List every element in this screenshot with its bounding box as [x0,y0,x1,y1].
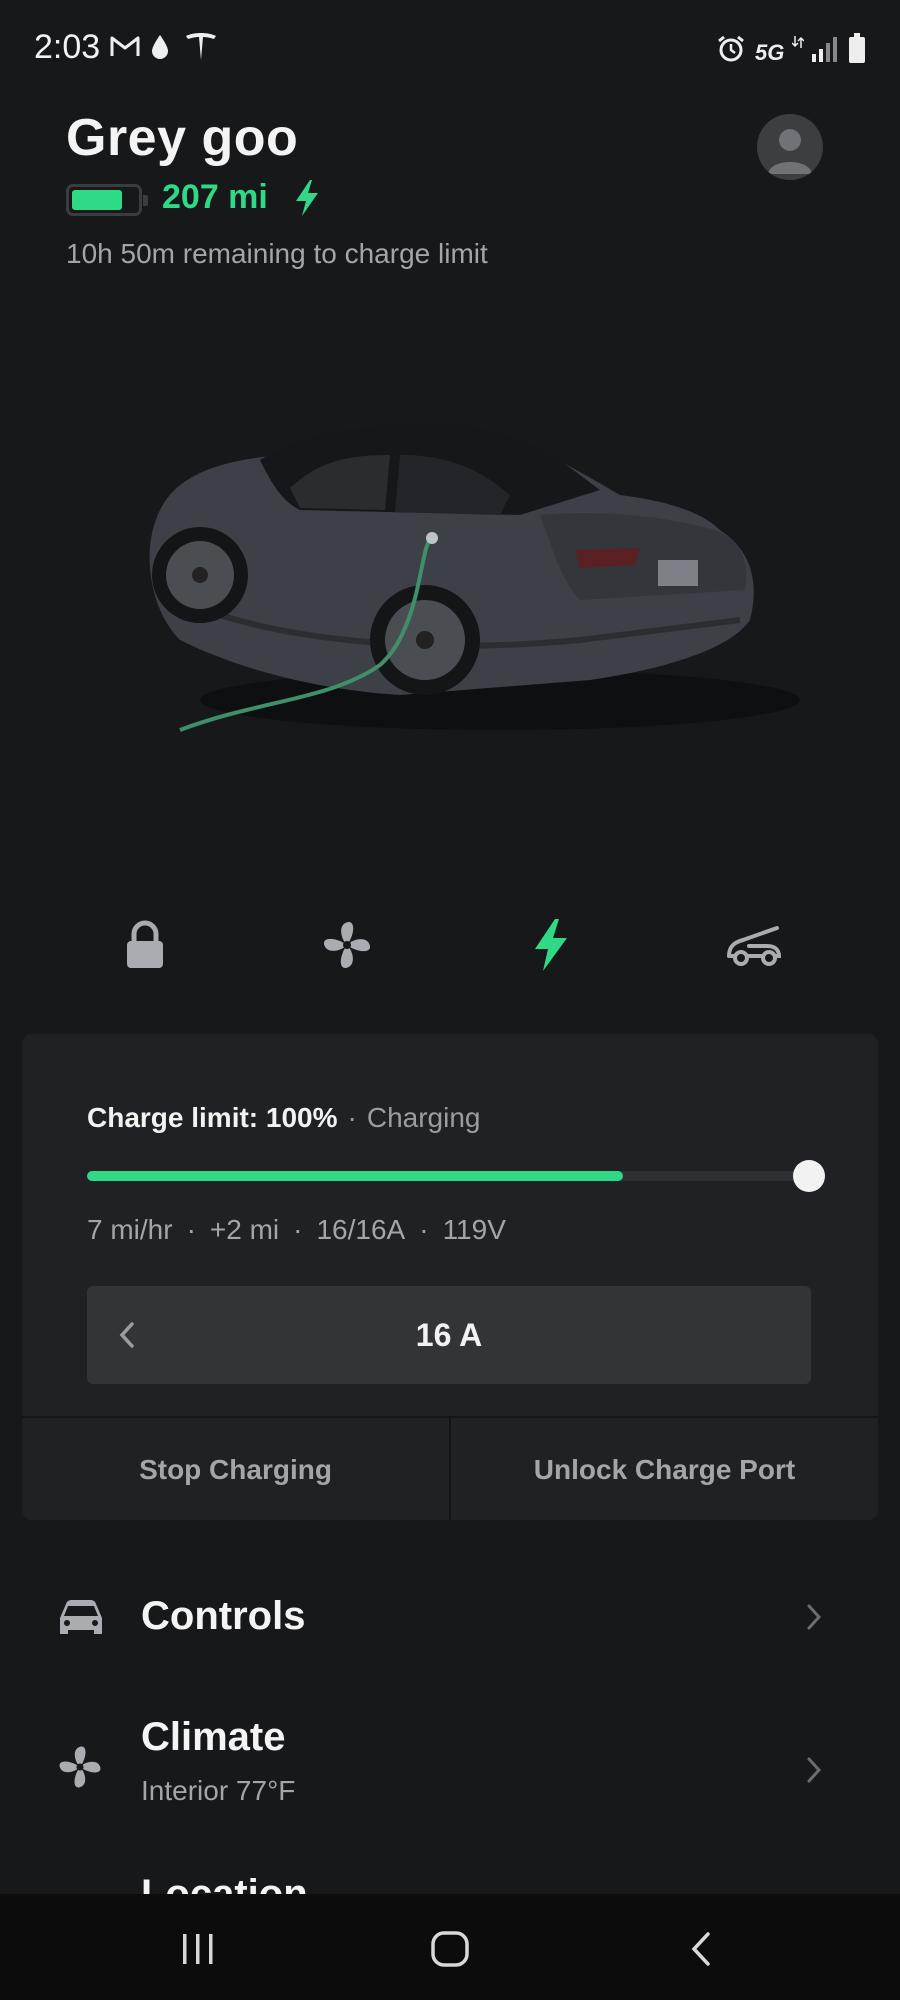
charging-state: Charging [366,1102,481,1133]
charging-bolt-icon [296,180,318,216]
chevron-right-icon [807,1757,822,1783]
status-bar: 2:03 5G [0,0,900,100]
charge-actions: Stop Charging Unlock Charge Port [22,1416,878,1520]
home-icon[interactable] [430,1930,470,1968]
lock-button[interactable] [110,910,180,980]
charge-limit-slider-thumb[interactable] [793,1160,825,1192]
current-amps: 16/16A [316,1214,406,1245]
signal-icon [812,37,837,62]
charge-stats: 7 mi/hr · +2 mi · 16/16A · 119V [87,1214,506,1245]
vehicle-battery-indicator [66,184,148,216]
charge-time-remaining: 10h 50m remaining to charge limit [66,238,488,269]
user-icon [768,129,812,174]
car-image [149,425,800,732]
network-type: 5G [755,40,785,65]
profile-avatar[interactable] [757,114,823,180]
controls-title: Controls [141,1594,306,1638]
alarm-icon [718,35,744,62]
unlock-charge-port-button[interactable]: Unlock Charge Port [451,1418,878,1520]
amperage-value: 16 A [415,1317,483,1353]
water-drop-icon [152,35,168,59]
gmail-icon [110,36,140,56]
battery-icon [849,33,865,63]
menu-item-location[interactable]: Location [0,1860,900,1894]
frunk-icon [727,926,782,966]
decrease-amperage-chevron-left-icon[interactable] [117,1320,137,1350]
frunk-button[interactable] [719,910,789,980]
voltage: 119V [442,1214,506,1245]
climate-title: Climate [141,1715,286,1759]
chevron-right-icon [807,1604,822,1630]
charge-card: Charge limit: 100% · Charging 7 mi/hr · +2 m… [22,1034,878,1520]
system-navigation-bar [0,1894,900,2000]
location-title: Location [141,1872,308,1894]
separator-dot: · [347,1102,357,1133]
charging-button[interactable] [516,910,586,980]
menu-item-climate[interactable]: Climate Interior 77°F [0,1695,900,1845]
charge-limit-line: Charge limit: 100% · Charging [87,1102,481,1134]
climate-subtitle: Interior 77°F [141,1775,296,1806]
fan-icon [59,1746,101,1788]
lock-icon [127,920,163,968]
car-icon [60,1600,102,1634]
climate-button[interactable] [312,910,382,980]
back-icon[interactable] [688,1930,714,1968]
menu-item-controls[interactable]: Controls [0,1560,900,1680]
bolt-icon [535,919,567,971]
charge-rate: 7 mi/hr [87,1214,173,1245]
status-time: 2:03 [34,28,101,66]
fan-icon [323,921,371,969]
tesla-logo-icon [186,33,216,60]
range-added: +2 mi [209,1214,280,1245]
car-name: Grey goo [66,109,299,167]
stop-charging-button[interactable]: Stop Charging [22,1418,449,1520]
charge-level-fill [87,1171,623,1181]
range-text: 207 mi [162,178,268,216]
data-arrows-icon [792,36,804,48]
charge-limit-label: Charge limit: 100% [87,1102,338,1133]
recent-apps-icon[interactable] [180,1932,216,1966]
amperage-selector: 16 A [87,1286,811,1384]
